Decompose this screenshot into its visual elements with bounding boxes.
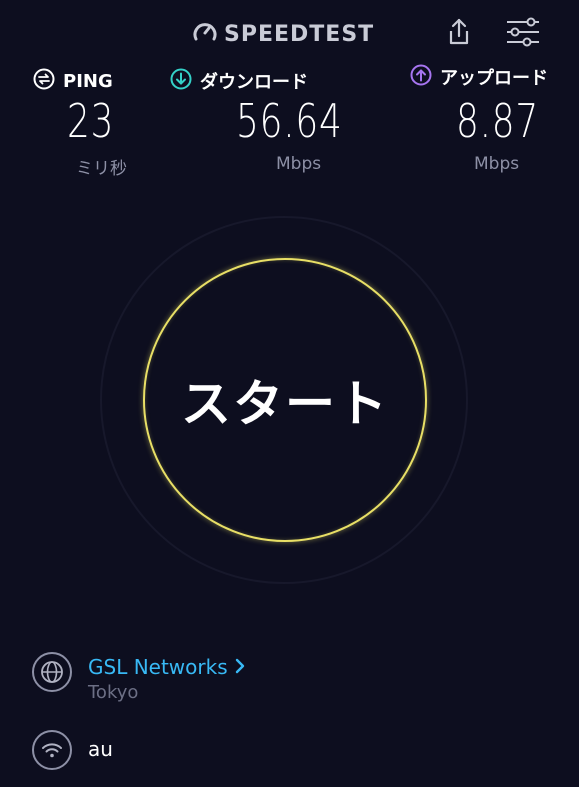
share-icon <box>447 18 471 50</box>
server-link[interactable]: GSL Networks <box>88 654 246 680</box>
upload-header: アップロード <box>410 62 570 92</box>
download-metric: ダウンロード 56.64 Mbps <box>170 66 350 174</box>
sliders-icon <box>505 17 541 51</box>
connection-info: au <box>32 730 113 770</box>
upload-label: アップロード <box>440 68 548 89</box>
download-label: ダウンロード <box>200 72 308 93</box>
upload-unit: Mbps <box>474 154 520 174</box>
download-header: ダウンロード <box>170 66 350 96</box>
server-name: GSL Networks <box>88 655 228 679</box>
upload-metric: アップロード 8.87 Mbps <box>410 62 570 174</box>
start-button[interactable]: スタート <box>143 258 427 542</box>
server-info: GSL Networks Tokyo <box>32 652 246 706</box>
download-value: 56.64 <box>236 94 343 148</box>
speedtest-app: SPEEDTEST PING 23 ミリ秒 ダウンロード 56.64 Mbps … <box>0 0 579 787</box>
header: SPEEDTEST <box>0 0 579 64</box>
share-button[interactable] <box>441 16 477 52</box>
download-icon <box>170 68 192 94</box>
ping-icon <box>33 68 55 94</box>
globe-icon <box>32 652 72 692</box>
ping-value: 23 <box>67 94 115 148</box>
settings-button[interactable] <box>505 16 541 52</box>
ping-unit: ミリ秒 <box>76 159 127 179</box>
wifi-icon <box>32 730 72 770</box>
ping-header: PING <box>33 66 143 96</box>
start-label: スタート <box>181 375 389 433</box>
ping-label: PING <box>63 70 113 92</box>
upload-value: 8.87 <box>456 94 540 148</box>
upload-icon <box>410 64 432 90</box>
server-text: GSL Networks Tokyo <box>88 652 246 706</box>
ping-metric: PING 23 ミリ秒 <box>33 66 143 179</box>
chevron-right-icon <box>234 654 246 680</box>
speedtest-logo: SPEEDTEST <box>192 18 374 50</box>
download-unit: Mbps <box>276 154 322 174</box>
gauge-icon <box>192 19 218 49</box>
logo-text: SPEEDTEST <box>224 21 375 47</box>
server-location: Tokyo <box>88 682 139 703</box>
connection-name: au <box>88 737 113 761</box>
